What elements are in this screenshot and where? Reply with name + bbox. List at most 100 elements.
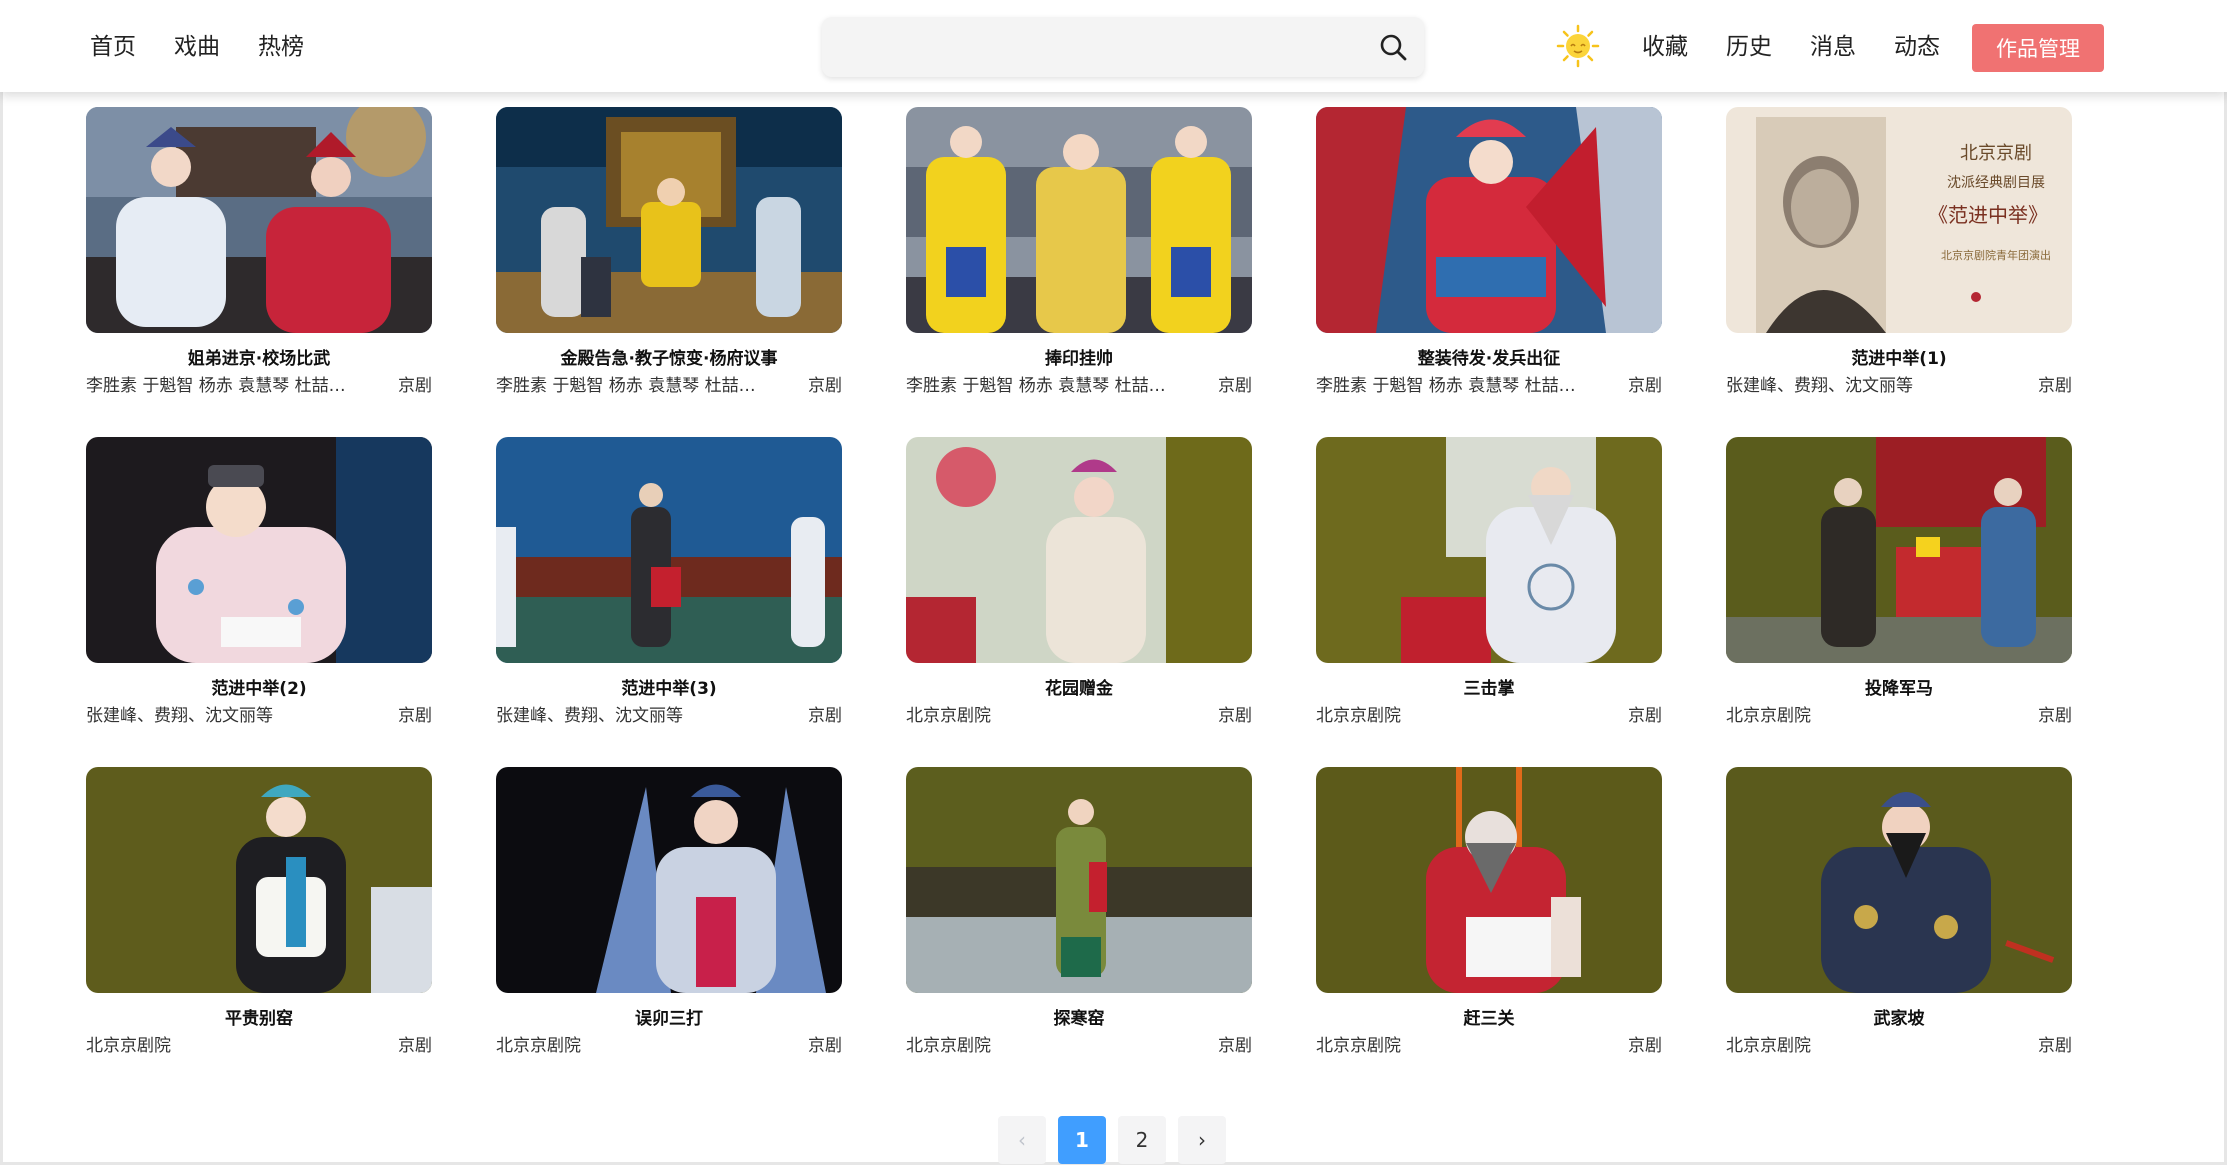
- video-title[interactable]: 投降军马: [1726, 674, 2072, 699]
- video-meta: 张建峰、费翔、沈文丽等 京剧: [86, 701, 432, 726]
- video-artists: 北京京剧院: [1316, 1036, 1401, 1056]
- video-meta: 北京京剧院 京剧: [1316, 1031, 1662, 1056]
- video-card[interactable]: 北京京剧 沈派经典剧目展 《范进中举》 北京京剧院青年团演出 范进中举(1) 张…: [1726, 107, 2072, 403]
- video-meta: 李胜素 于魁智 杨赤 袁慧琴 杜喆… 京剧: [1316, 371, 1662, 396]
- video-meta: 李胜素 于魁智 杨赤 袁慧琴 杜喆… 京剧: [496, 371, 842, 396]
- video-meta: 李胜素 于魁智 杨赤 袁慧琴 杜喆… 京剧: [906, 371, 1252, 396]
- video-card[interactable]: 花园赠金 北京京剧院 京剧: [906, 437, 1252, 733]
- video-card[interactable]: 投降军马 北京京剧院 京剧: [1726, 437, 2072, 733]
- nav-activity[interactable]: 动态: [1894, 30, 1940, 64]
- video-thumbnail[interactable]: [1316, 107, 1662, 333]
- video-artists: 张建峰、费翔、沈文丽等: [1726, 376, 1913, 396]
- video-artists: 李胜素 于魁智 杨赤 袁慧琴 杜喆…: [1316, 376, 1576, 396]
- video-title[interactable]: 整装待发·发兵出征: [1316, 344, 1662, 369]
- video-genre: 京剧: [808, 376, 842, 396]
- video-meta: 北京京剧院 京剧: [1726, 1031, 2072, 1056]
- video-title[interactable]: 姐弟进京·校场比武: [86, 344, 432, 369]
- video-genre: 京剧: [398, 376, 432, 396]
- video-artists: 北京京剧院: [906, 1036, 991, 1056]
- nav-history[interactable]: 历史: [1726, 30, 1772, 64]
- video-card[interactable]: 范进中举(2) 张建峰、费翔、沈文丽等 京剧: [86, 437, 432, 733]
- video-card[interactable]: 误卯三打 北京京剧院 京剧: [496, 767, 842, 1063]
- video-meta: 张建峰、费翔、沈文丽等 京剧: [1726, 371, 2072, 396]
- poster-image: 北京京剧 沈派经典剧目展 《范进中举》 北京京剧院青年团演出: [1726, 107, 2072, 333]
- video-thumbnail[interactable]: [86, 437, 432, 663]
- video-card[interactable]: 捧印挂帅 李胜素 于魁智 杨赤 袁慧琴 杜喆… 京剧: [906, 107, 1252, 403]
- video-card[interactable]: 整装待发·发兵出征 李胜素 于魁智 杨赤 袁慧琴 杜喆… 京剧: [1316, 107, 1662, 403]
- video-title[interactable]: 误卯三打: [496, 1004, 842, 1029]
- video-artists: 李胜素 于魁智 杨赤 袁慧琴 杜喆…: [496, 376, 756, 396]
- video-thumbnail[interactable]: [1726, 437, 2072, 663]
- video-meta: 张建峰、费翔、沈文丽等 京剧: [496, 701, 842, 726]
- video-artists: 北京京剧院: [1726, 1036, 1811, 1056]
- video-thumbnail[interactable]: [1316, 437, 1662, 663]
- sun-icon[interactable]: [1556, 24, 1600, 68]
- video-title[interactable]: 范进中举(3): [496, 674, 842, 699]
- video-artists: 北京京剧院: [496, 1036, 581, 1056]
- video-card[interactable]: 姐弟进京·校场比武 李胜素 于魁智 杨赤 袁慧琴 杜喆… 京剧: [86, 107, 432, 403]
- video-genre: 京剧: [398, 706, 432, 726]
- nav-opera[interactable]: 戏曲: [174, 30, 220, 64]
- video-title[interactable]: 捧印挂帅: [906, 344, 1252, 369]
- video-genre: 京剧: [808, 706, 842, 726]
- video-artists: 北京京剧院: [906, 706, 991, 726]
- video-card[interactable]: 赶三关 北京京剧院 京剧: [1316, 767, 1662, 1063]
- page-button-1[interactable]: 1: [1058, 1116, 1106, 1164]
- user-nav: 收藏 历史 消息 动态: [1642, 30, 1940, 64]
- video-thumbnail[interactable]: [1726, 767, 2072, 993]
- video-meta: 北京京剧院 京剧: [1316, 701, 1662, 726]
- video-title[interactable]: 花园赠金: [906, 674, 1252, 699]
- video-genre: 京剧: [1218, 706, 1252, 726]
- video-thumbnail[interactable]: [906, 437, 1252, 663]
- video-thumbnail[interactable]: 北京京剧 沈派经典剧目展 《范进中举》 北京京剧院青年团演出: [1726, 107, 2072, 333]
- video-card[interactable]: 探寒窑 北京京剧院 京剧: [906, 767, 1252, 1063]
- video-thumbnail[interactable]: [496, 767, 842, 993]
- video-thumbnail[interactable]: [496, 437, 842, 663]
- video-thumbnail[interactable]: [1316, 767, 1662, 993]
- video-title[interactable]: 赶三关: [1316, 1004, 1662, 1029]
- video-thumbnail[interactable]: [496, 107, 842, 333]
- page-button-2[interactable]: 2: [1118, 1116, 1166, 1164]
- video-artists: 李胜素 于魁智 杨赤 袁慧琴 杜喆…: [906, 376, 1166, 396]
- video-title[interactable]: 范进中举(2): [86, 674, 432, 699]
- video-card[interactable]: 平贵别窑 北京京剧院 京剧: [86, 767, 432, 1063]
- video-card[interactable]: 三击掌 北京京剧院 京剧: [1316, 437, 1662, 733]
- video-title[interactable]: 探寒窑: [906, 1004, 1252, 1029]
- video-genre: 京剧: [1628, 706, 1662, 726]
- video-grid: 姐弟进京·校场比武 李胜素 于魁智 杨赤 袁慧琴 杜喆… 京剧 金殿告急·教子惊…: [86, 107, 2072, 1063]
- nav-home[interactable]: 首页: [90, 30, 136, 64]
- video-card[interactable]: 范进中举(3) 张建峰、费翔、沈文丽等 京剧: [496, 437, 842, 733]
- search-icon[interactable]: [1378, 32, 1408, 62]
- video-title[interactable]: 三击掌: [1316, 674, 1662, 699]
- video-meta: 北京京剧院 京剧: [496, 1031, 842, 1056]
- video-artists: 张建峰、费翔、沈文丽等: [86, 706, 273, 726]
- nav-hot-list[interactable]: 热榜: [258, 30, 304, 64]
- prev-page-button[interactable]: ‹: [998, 1116, 1046, 1164]
- video-title[interactable]: 武家坡: [1726, 1004, 2072, 1029]
- video-title[interactable]: 平贵别窑: [86, 1004, 432, 1029]
- video-meta: 李胜素 于魁智 杨赤 袁慧琴 杜喆… 京剧: [86, 371, 432, 396]
- search-bar: [822, 17, 1424, 77]
- nav-messages[interactable]: 消息: [1810, 30, 1856, 64]
- video-artists: 北京京剧院: [1316, 706, 1401, 726]
- search-input[interactable]: [842, 17, 1362, 77]
- nav-favorites[interactable]: 收藏: [1642, 30, 1688, 64]
- video-title[interactable]: 范进中举(1): [1726, 344, 2072, 369]
- video-artists: 北京京剧院: [86, 1036, 171, 1056]
- video-meta: 北京京剧院 京剧: [906, 1031, 1252, 1056]
- next-page-button[interactable]: ›: [1178, 1116, 1226, 1164]
- video-thumbnail[interactable]: [86, 107, 432, 333]
- video-genre: 京剧: [1628, 376, 1662, 396]
- video-thumbnail[interactable]: [86, 767, 432, 993]
- video-genre: 京剧: [2038, 1036, 2072, 1056]
- video-thumbnail[interactable]: [906, 767, 1252, 993]
- pagination: ‹ 1 2 ›: [998, 1116, 1226, 1164]
- manage-works-button[interactable]: 作品管理: [1972, 24, 2104, 72]
- video-thumbnail[interactable]: [906, 107, 1252, 333]
- svg-text:沈派经典剧目展: 沈派经典剧目展: [1947, 175, 2045, 191]
- video-title[interactable]: 金殿告急·教子惊变·杨府议事: [496, 344, 842, 369]
- video-card[interactable]: 武家坡 北京京剧院 京剧: [1726, 767, 2072, 1063]
- top-header: 首页 戏曲 热榜 收藏 历史 消息 动态 作品管理: [0, 0, 2227, 92]
- video-artists: 北京京剧院: [1726, 706, 1811, 726]
- video-card[interactable]: 金殿告急·教子惊变·杨府议事 李胜素 于魁智 杨赤 袁慧琴 杜喆… 京剧: [496, 107, 842, 403]
